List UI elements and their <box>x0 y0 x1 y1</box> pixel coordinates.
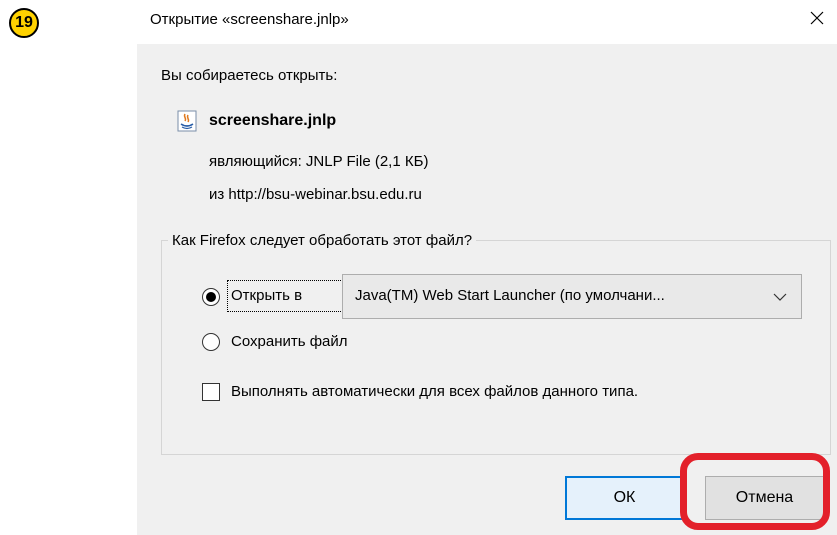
file-name: screenshare.jnlp <box>209 112 337 129</box>
open-file-dialog: Открытие «screenshare.jnlp» Вы собираете… <box>137 0 837 535</box>
ok-button-highlight-annotation <box>680 453 830 530</box>
auto-action-checkbox[interactable] <box>202 383 220 401</box>
open-with-radio[interactable] <box>202 288 220 306</box>
file-type: являющийся: JNLP File (2,1 КБ) <box>209 153 429 170</box>
dialog-titlebar: Открытие «screenshare.jnlp» <box>137 0 837 44</box>
save-file-label[interactable]: Сохранить файл <box>231 333 348 350</box>
intro-text: Вы собираетесь открыть: <box>161 67 338 84</box>
ok-button[interactable]: ОК <box>565 476 684 520</box>
action-group-label: Как Firefox следует обработать этот файл… <box>168 232 477 249</box>
chevron-down-icon <box>773 289 787 301</box>
close-icon[interactable] <box>805 6 829 30</box>
jnlp-file-icon <box>177 110 197 132</box>
file-source: из http://bsu-webinar.bsu.edu.ru <box>209 186 422 203</box>
save-file-radio[interactable] <box>202 333 220 351</box>
auto-action-label[interactable]: Выполнять автоматически для всех файлов … <box>231 383 638 400</box>
open-with-label[interactable]: Открыть в <box>231 287 302 304</box>
dialog-title: Открытие «screenshare.jnlp» <box>150 11 349 28</box>
application-select[interactable]: Java(TM) Web Start Launcher (по умолчани… <box>342 274 802 319</box>
step-number-badge: 19 <box>9 8 39 38</box>
application-select-value: Java(TM) Web Start Launcher (по умолчани… <box>355 287 665 304</box>
